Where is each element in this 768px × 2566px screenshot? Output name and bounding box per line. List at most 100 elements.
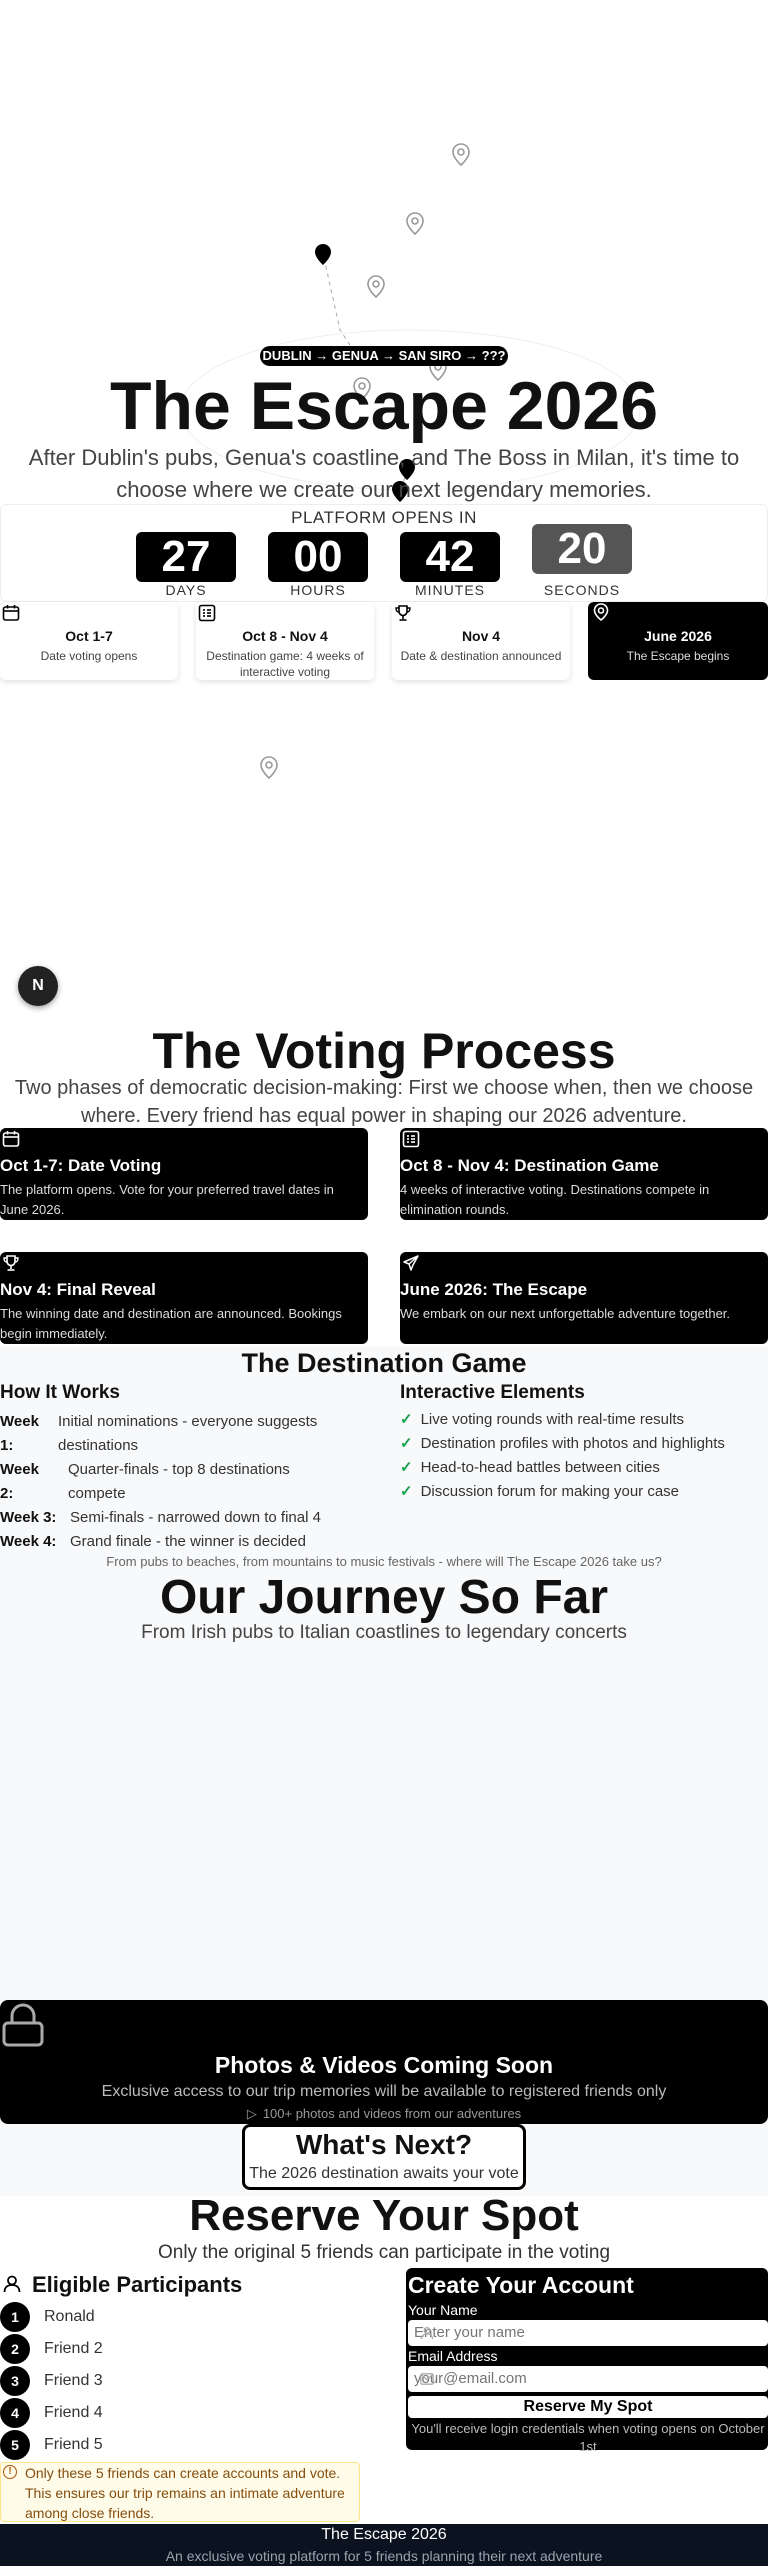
countdown-days: 27 — [136, 532, 236, 582]
trophy-icon — [3, 1255, 19, 1271]
check-icon: ✓ — [400, 1435, 413, 1452]
plane-icon — [403, 1255, 419, 1271]
coming-soon-desc: Exclusive access to our trip memories wi… — [101, 2083, 667, 2100]
journey-title: Our Journey So Far — [159, 1571, 609, 1624]
countdown-hours-label: HOURS — [290, 582, 346, 598]
voting-card-title: Oct 1-7: Date Voting — [0, 1156, 162, 1175]
map-pin-icon — [406, 212, 424, 236]
week-label: Week 1: — [0, 1413, 39, 1454]
feature-text: Destination profiles with photos and hig… — [420, 1435, 725, 1452]
countdown-days-label: DAYS — [165, 582, 207, 598]
coming-soon-meta-text: 100+ photos and videos from our adventur… — [262, 2106, 522, 2121]
timeline-card-desc: Destination game: 4 weeks of interactive… — [206, 649, 364, 679]
mail-icon — [420, 2373, 434, 2385]
participant-name: Ronald — [44, 2308, 95, 2325]
map-pin-icon — [452, 143, 470, 167]
feature-text: Discussion forum for making your case — [420, 1483, 680, 1500]
checklist-icon — [198, 604, 216, 622]
avatar[interactable]: N — [18, 966, 58, 1006]
checklist-icon — [402, 1130, 420, 1148]
timeline-card-title: Nov 4 — [461, 628, 501, 644]
week-text: Semi-finals - narrowed down to final 4 — [70, 1509, 321, 1526]
participants-title: Eligible Participants — [32, 2272, 243, 2297]
participant-name: Friend 4 — [44, 2404, 103, 2421]
week-text: Quarter-finals - top 8 destinations comp… — [68, 1461, 290, 1502]
timeline-card-title: Oct 8 - Nov 4 — [242, 628, 328, 644]
feature-text: Head-to-head battles between cities — [420, 1459, 660, 1476]
week-text: Initial nominations - everyone suggests … — [58, 1413, 318, 1454]
timeline-card-desc: Date voting opens — [40, 649, 138, 663]
participant-number: 5 — [0, 2430, 30, 2460]
feature-item: ✓ Discussion forum for making your case — [400, 1482, 679, 1500]
hero-title: The Escape 2026 — [109, 368, 659, 444]
journey-subtitle: From Irish pubs to Italian coastlines to… — [141, 1622, 627, 1643]
info-icon: ! — [3, 2465, 17, 2479]
voting-title: The Voting Process — [152, 1023, 616, 1079]
coming-soon-title: Photos & Videos Coming Soon — [214, 2052, 554, 2078]
week-item: Week 1: Initial nominations - everyone s… — [0, 1410, 368, 1458]
week-label: Week 4: — [0, 1533, 57, 1550]
countdown-hours: 00 — [268, 532, 368, 582]
participant-number: 1 — [0, 2302, 30, 2332]
timeline-card-announcement: Nov 4 Date & destination announced — [392, 602, 570, 680]
week-label: Week 2: — [0, 1461, 39, 1502]
voting-card-desc: 4 weeks of interactive voting. Destinati… — [400, 1182, 710, 1217]
feature-item: ✓ Live voting rounds with real-time resul… — [400, 1410, 684, 1428]
how-it-works-title: How It Works — [0, 1382, 120, 1403]
participant-row: 4 Friend 4 — [0, 2398, 340, 2428]
timeline-card-date-voting: Oct 1-7 Date voting opens — [0, 602, 178, 680]
countdown-minutes-label: MINUTES — [415, 582, 485, 598]
participant-row: 2 Friend 2 — [0, 2334, 340, 2364]
lock-icon — [2, 2003, 44, 2047]
timeline-card-escape: June 2026 The Escape begins — [588, 602, 768, 680]
timeline-card-destination-game: Oct 8 - Nov 4 Destination game: 4 weeks … — [196, 602, 374, 680]
feature-item: ✓ Head-to-head battles between cities — [400, 1458, 660, 1476]
week-item: Week 2: Quarter-finals - top 8 destinati… — [0, 1458, 368, 1506]
participant-name: Friend 3 — [44, 2372, 103, 2389]
participant-number: 4 — [0, 2398, 30, 2428]
week-item: Week 3: Semi-finals - narrowed down to f… — [0, 1506, 368, 1530]
destination-game-title: The Destination Game — [241, 1348, 527, 1378]
coming-soon-meta: ▷ 100+ photos and videos from our adventu… — [0, 2106, 768, 2122]
destination-game-footnote: From pubs to beaches, from mountains to … — [106, 1554, 662, 1569]
reserve-button[interactable]: Reserve My Spot — [408, 2396, 768, 2418]
voting-card-date-voting: Oct 1-7: Date Voting The platform opens.… — [0, 1128, 368, 1220]
interactive-elements-title: Interactive Elements — [400, 1382, 585, 1403]
voting-card-desc: The platform opens. Vote for your prefer… — [0, 1182, 334, 1217]
countdown-heading: PLATFORM OPENS IN — [291, 508, 477, 527]
voting-card-title: June 2026: The Escape — [400, 1280, 588, 1299]
week-text: Grand finale - the winner is decided — [70, 1533, 306, 1550]
participant-name: Friend 5 — [44, 2436, 103, 2453]
whats-next-card: What's Next? The 2026 destination awaits… — [242, 2124, 526, 2190]
voting-card-title: Nov 4: Final Reveal — [0, 1280, 156, 1299]
participant-name: Friend 2 — [44, 2340, 103, 2357]
timeline-card-title: Oct 1-7 — [65, 628, 113, 644]
participant-row: 5 Friend 5 — [0, 2430, 340, 2460]
voting-card-title: Oct 8 - Nov 4: Destination Game — [400, 1156, 659, 1175]
voting-card-final-reveal: Nov 4: Final Reveal The winning date and… — [0, 1252, 368, 1344]
feature-item: ✓ Destination profiles with photos and hi… — [400, 1434, 725, 1452]
check-icon: ✓ — [400, 1483, 413, 1500]
name-field[interactable] — [408, 2320, 768, 2346]
participant-number: 3 — [0, 2366, 30, 2396]
countdown-minutes: 42 — [400, 532, 500, 582]
reserve-subtitle: Only the original 5 friends can particip… — [157, 2242, 611, 2263]
email-label: Email Address — [408, 2348, 498, 2364]
countdown-seconds-label: SECONDS — [543, 582, 621, 598]
check-icon: ✓ — [400, 1459, 413, 1476]
trophy-icon — [395, 605, 411, 621]
account-note: You'll receive login credentials when vo… — [411, 2421, 765, 2454]
participants-notice-text: Only these 5 friends can create accounts… — [25, 2465, 345, 2521]
voting-card-desc: The winning date and destination are ann… — [0, 1306, 342, 1341]
email-field[interactable] — [408, 2366, 768, 2392]
route-badge: DUBLIN → GENUA → SAN SIRO → ??? — [260, 346, 508, 366]
calendar-icon — [2, 1131, 20, 1147]
hero-subtitle: After Dublin's pubs, Genua's coastline, … — [28, 445, 740, 502]
week-item: Week 4: Grand finale - the winner is dec… — [0, 1530, 368, 1554]
calendar-icon — [2, 605, 20, 621]
voting-subtitle: Two phases of democratic decision-making… — [14, 1077, 754, 1127]
whats-next-title: What's Next? — [295, 2129, 473, 2160]
user-icon — [420, 2327, 434, 2340]
user-icon — [3, 2275, 21, 2293]
footer-title: The Escape 2026 — [321, 2526, 447, 2543]
